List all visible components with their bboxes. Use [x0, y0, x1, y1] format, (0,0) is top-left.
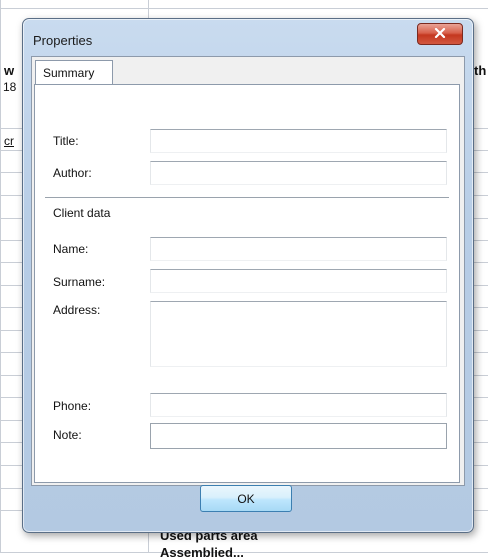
- name-label: Name:: [53, 242, 89, 256]
- title-field[interactable]: [150, 129, 447, 153]
- close-x-icon: [434, 27, 446, 41]
- address-label: Address:: [53, 303, 101, 317]
- bg-text-w: w: [4, 63, 15, 78]
- surname-label: Surname:: [53, 275, 106, 289]
- tab-summary-label: Summary: [43, 66, 95, 80]
- title-label: Title:: [53, 134, 79, 148]
- ok-button[interactable]: OK: [200, 485, 292, 512]
- bg-text-18: 18: [3, 80, 17, 94]
- dialog-client-area: Summary Title: Author: Client data Name:…: [31, 56, 465, 486]
- note-label: Note:: [53, 428, 82, 442]
- properties-dialog: Properties Summary Title: Author: Client…: [22, 18, 474, 533]
- bg-row-line: [0, 8, 488, 9]
- client-data-heading: Client data: [53, 206, 111, 220]
- author-label: Author:: [53, 166, 92, 180]
- section-divider: [45, 197, 449, 198]
- bg-left-edge: [0, 0, 1, 553]
- bg-text-cr: cr: [4, 134, 14, 148]
- close-button[interactable]: [417, 23, 463, 45]
- author-field[interactable]: [150, 161, 447, 185]
- dialog-title: Properties: [33, 33, 93, 48]
- bg-text-th: th: [474, 63, 487, 78]
- summary-tab-panel: Title: Author: Client data Name: Surname…: [34, 84, 460, 483]
- name-field[interactable]: [150, 237, 447, 261]
- address-field[interactable]: [150, 301, 447, 367]
- dialog-titlebar[interactable]: Properties: [23, 19, 473, 57]
- note-field[interactable]: [150, 423, 447, 449]
- surname-field[interactable]: [150, 269, 447, 293]
- tab-summary[interactable]: Summary: [35, 60, 113, 85]
- phone-label: Phone:: [53, 399, 92, 413]
- phone-field[interactable]: [150, 393, 447, 417]
- dialog-footer: OK: [31, 485, 463, 525]
